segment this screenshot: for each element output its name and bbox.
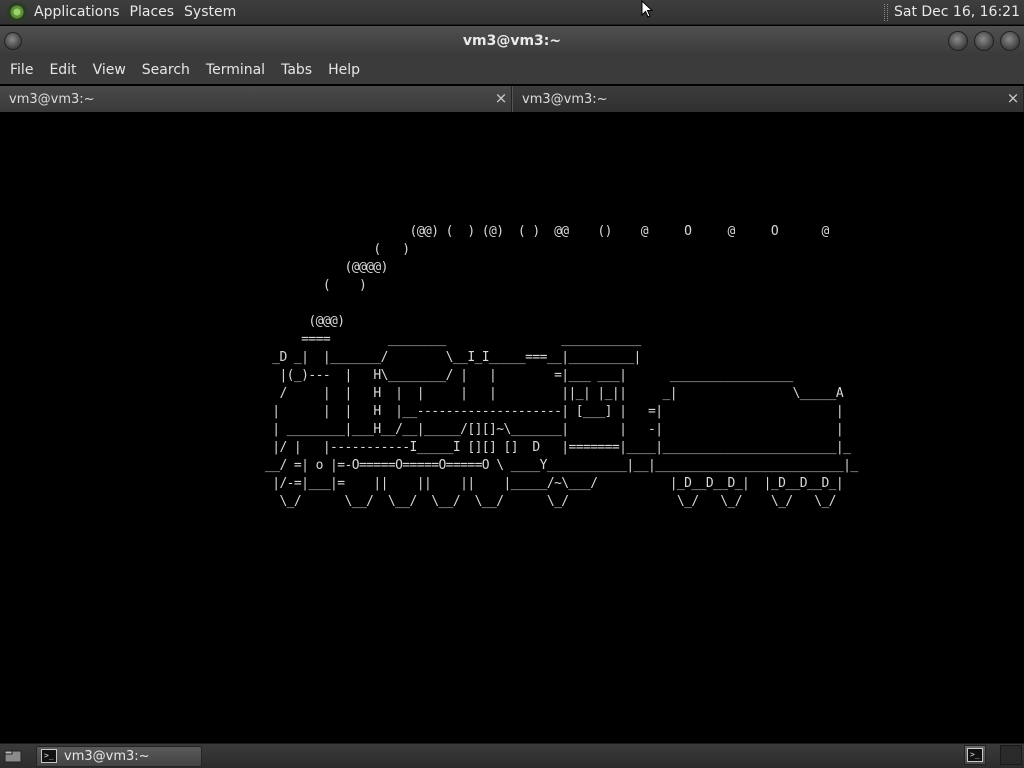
workspace-switcher-icon[interactable]: >_: [964, 745, 986, 765]
show-desktop-button[interactable]: [2, 746, 24, 766]
window-title: vm3@vm3:~: [462, 33, 562, 49]
terminal-view[interactable]: (@@) ( ) (@) ( ) @@ () @ O @ O @ ( ) (@@…: [0, 112, 1024, 742]
show-desktop-icon: [4, 750, 22, 763]
tab-label: vm3@vm3:~: [9, 91, 95, 107]
menu-help[interactable]: Help: [321, 56, 367, 84]
taskbar-label: vm3@vm3:~: [64, 748, 150, 764]
menu-file[interactable]: File: [3, 56, 40, 84]
distro-logo-icon[interactable]: [7, 2, 27, 22]
close-button[interactable]: [1000, 31, 1020, 51]
menu-search[interactable]: Search: [135, 56, 197, 84]
menu-view[interactable]: View: [86, 56, 133, 84]
mouse-pointer-icon: [641, 0, 653, 18]
tab-2[interactable]: vm3@vm3:~ ×: [512, 86, 1024, 112]
applications-menu[interactable]: Applications: [34, 0, 128, 25]
terminal-icon: >_: [41, 749, 57, 763]
top-panel: Applications Places System Sat Dec 16, 1…: [0, 0, 1024, 25]
terminal-output: (@@) ( ) (@) ( ) @@ () @ O @ O @ ( ) (@@…: [265, 224, 858, 509]
system-menu[interactable]: System: [184, 0, 244, 25]
tab-1[interactable]: vm3@vm3:~ ×: [0, 86, 512, 112]
window-menu-icon[interactable]: [4, 32, 22, 50]
menubar: File Edit View Search Terminal Tabs Help: [0, 56, 1024, 84]
workspace-switcher-slot[interactable]: [1000, 745, 1022, 765]
maximize-button[interactable]: [974, 31, 994, 51]
tab-label: vm3@vm3:~: [522, 91, 608, 107]
menu-terminal[interactable]: Terminal: [199, 56, 272, 84]
clock[interactable]: Sat Dec 16, 16:21: [894, 4, 1024, 20]
places-menu[interactable]: Places: [130, 0, 183, 25]
tab-bar: vm3@vm3:~ × vm3@vm3:~ ×: [0, 86, 1024, 112]
minimize-button[interactable]: [948, 31, 968, 51]
taskbar-terminal-button[interactable]: >_ vm3@vm3:~: [36, 745, 202, 767]
window-titlebar[interactable]: vm3@vm3:~: [0, 26, 1024, 56]
tab-close-icon[interactable]: ×: [494, 90, 508, 106]
tab-close-icon[interactable]: ×: [1006, 90, 1020, 106]
menu-tabs[interactable]: Tabs: [274, 56, 319, 84]
menu-edit[interactable]: Edit: [42, 56, 83, 84]
panel-separator: [883, 3, 888, 21]
bottom-panel: >_ vm3@vm3:~ >_: [0, 743, 1024, 768]
